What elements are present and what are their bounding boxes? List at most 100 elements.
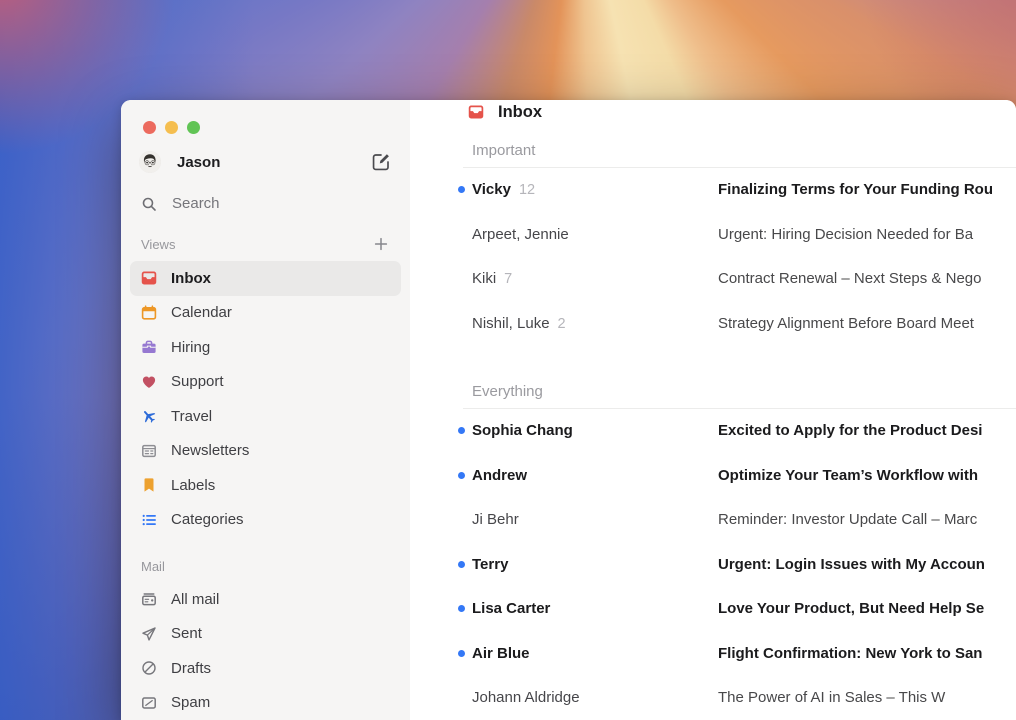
email-subject: Excited to Apply for the Product Desi (718, 422, 1016, 439)
email-subject: Strategy Alignment Before Board Meet (718, 315, 1016, 332)
page-title: Inbox (498, 103, 542, 122)
unread-indicator-column (458, 427, 472, 434)
email-sender: Johann Aldridge (472, 689, 718, 706)
email-sender: Air Blue (472, 645, 718, 662)
email-row[interactable]: Nishil, Luke2Strategy Alignment Before B… (410, 301, 1016, 346)
account-name: Jason (177, 154, 371, 171)
email-row[interactable]: Ji BehrReminder: Investor Update Call – … (410, 498, 1016, 543)
email-row[interactable]: AndrewOptimize Your Team’s Workflow with (410, 453, 1016, 498)
plane-icon (141, 408, 157, 424)
sidebar-item-calendar[interactable]: Calendar (130, 296, 401, 331)
unread-dot (458, 605, 465, 612)
sidebar-item-label: Spam (171, 694, 210, 711)
sidebar-item-all-mail[interactable]: All mail (130, 582, 401, 617)
email-subject: Love Your Product, But Need Help Se (718, 600, 1016, 617)
sidebar-section-label: Views (141, 237, 373, 252)
unread-dot (458, 472, 465, 479)
sidebar-item-newsletters[interactable]: Newsletters (130, 434, 401, 469)
sidebar-item-label: Categories (171, 511, 244, 528)
email-sender: Andrew (472, 467, 718, 484)
unread-dot (458, 186, 465, 193)
briefcase-icon (141, 339, 157, 355)
email-sender: Nishil, Luke2 (472, 315, 718, 332)
thread-count: 7 (504, 271, 512, 287)
send-icon (141, 626, 157, 642)
compose-icon[interactable] (371, 152, 391, 172)
email-row[interactable]: Kiki7Contract Renewal – Next Steps & Neg… (410, 257, 1016, 302)
list-icon (141, 512, 157, 528)
heart-icon (141, 374, 157, 390)
sidebar-item-sent[interactable]: Sent (130, 617, 401, 652)
email-sender: Terry (472, 556, 718, 573)
sidebar-item-label: Calendar (171, 304, 232, 321)
add-view-button[interactable] (373, 236, 389, 252)
inbox-icon (468, 104, 484, 120)
email-row[interactable]: Lisa CarterLove Your Product, But Need H… (410, 587, 1016, 632)
email-subject: Urgent: Login Issues with My Accoun (718, 556, 1016, 573)
thread-count: 12 (519, 182, 535, 198)
sidebar-item-hiring[interactable]: Hiring (130, 330, 401, 365)
email-subject: Contract Renewal – Next Steps & Nego (718, 270, 1016, 287)
list-section-label: Important (472, 142, 535, 159)
zoom-button[interactable] (187, 121, 200, 134)
all-mail-icon (141, 591, 157, 607)
email-row[interactable]: Arpeet, JennieUrgent: Hiring Decision Ne… (410, 212, 1016, 257)
list-section-label: Everything (472, 383, 543, 400)
spam-icon (141, 695, 157, 711)
unread-indicator-column (458, 561, 472, 568)
search-icon (141, 196, 157, 212)
email-row[interactable]: Johann AldridgeThe Power of AI in Sales … (410, 676, 1016, 720)
sidebar-section-header-views: Views (121, 230, 410, 258)
sidebar-section-header-mail: Mail (121, 552, 410, 580)
bookmark-icon (141, 477, 157, 493)
search-placeholder: Search (172, 195, 220, 212)
sidebar-item-label: Travel (171, 408, 212, 425)
unread-dot (458, 650, 465, 657)
mail-app-window: Jason Search Views Inbox Calendar Hiring Sup… (121, 100, 1016, 720)
sidebar-item-label: All mail (171, 591, 219, 608)
minimize-button[interactable] (165, 121, 178, 134)
unread-indicator-column (458, 186, 472, 193)
unread-dot (458, 427, 465, 434)
thread-count: 2 (558, 316, 566, 332)
sidebar-item-spam[interactable]: Spam (130, 686, 401, 720)
sidebar-item-support[interactable]: Support (130, 365, 401, 400)
newspaper-icon (141, 443, 157, 459)
sidebar-item-label: Labels (171, 477, 215, 494)
sidebar-item-label: Newsletters (171, 442, 249, 459)
email-sender: Vicky12 (472, 181, 718, 198)
email-subject: Urgent: Hiring Decision Needed for Ba (718, 226, 1016, 243)
search-input[interactable]: Search (121, 194, 410, 213)
unread-indicator-column (458, 605, 472, 612)
sidebar-item-drafts[interactable]: Drafts (130, 651, 401, 686)
list-section-header-everything: Everything (410, 346, 1016, 408)
calendar-icon (141, 305, 157, 321)
email-subject: Flight Confirmation: New York to San (718, 645, 1016, 662)
sidebar-item-travel[interactable]: Travel (130, 399, 401, 434)
window-controls (121, 100, 410, 134)
sidebar-item-label: Support (171, 373, 224, 390)
avatar (139, 151, 161, 173)
sidebar: Jason Search Views Inbox Calendar Hiring Sup… (121, 100, 410, 720)
email-sender: Kiki7 (472, 270, 718, 287)
email-sender: Ji Behr (472, 511, 718, 528)
account-row: Jason (121, 151, 410, 173)
email-row[interactable]: TerryUrgent: Login Issues with My Accoun (410, 542, 1016, 587)
sidebar-item-categories[interactable]: Categories (130, 503, 401, 538)
email-sender: Sophia Chang (472, 422, 718, 439)
email-row[interactable]: Sophia ChangExcited to Apply for the Pro… (410, 409, 1016, 454)
unread-dot (458, 561, 465, 568)
email-sender: Arpeet, Jennie (472, 226, 718, 243)
inbox-icon (141, 270, 157, 286)
email-sender: Lisa Carter (472, 600, 718, 617)
email-subject: Optimize Your Team’s Workflow with (718, 467, 1016, 484)
sidebar-item-inbox[interactable]: Inbox (130, 261, 401, 296)
email-row[interactable]: Air BlueFlight Confirmation: New York to… (410, 631, 1016, 676)
close-button[interactable] (143, 121, 156, 134)
sidebar-item-label: Hiring (171, 339, 210, 356)
list-header: Inbox (410, 100, 1016, 125)
sidebar-item-label: Sent (171, 625, 202, 642)
email-row[interactable]: Vicky12Finalizing Terms for Your Funding… (410, 168, 1016, 213)
sidebar-item-labels[interactable]: Labels (130, 468, 401, 503)
list-section-header-important: Important (410, 125, 1016, 167)
